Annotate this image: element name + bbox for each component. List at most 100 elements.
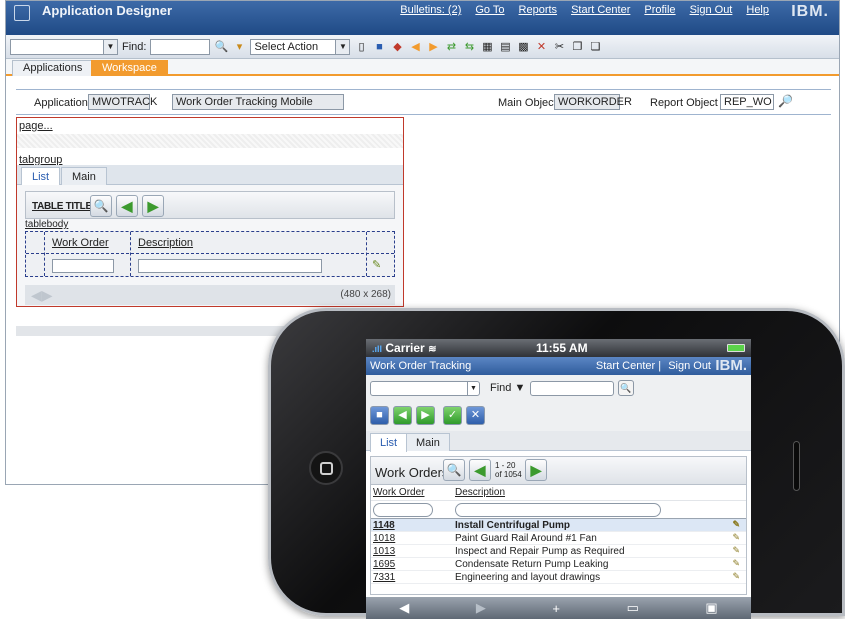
save-icon[interactable]: ■ [372,40,386,54]
mobile-find-label: Find ▼ [490,382,526,394]
save-button[interactable]: ■ [370,406,389,425]
list-item[interactable]: 7331 Engineering and layout drawings ✎ [371,571,746,584]
clear-icon[interactable]: ◆ [390,40,404,54]
cancel-button[interactable]: ✕ [466,406,485,425]
status-time: 11:55 AM [536,341,588,355]
next-button[interactable]: ▶ [416,406,435,425]
chevron-down-icon: ▼ [335,39,350,54]
tablebody-link[interactable]: tablebody [25,219,68,230]
tab-workspace[interactable]: Workspace [91,60,168,76]
start-center-link[interactable]: Start Center [596,360,655,372]
ibm-logo: IBM. [791,3,829,20]
next-button[interactable]: ▶ [525,459,547,481]
tabgroup-tabs: List Main [17,165,403,186]
list-item[interactable]: 1013 Inspect and Repair Pump as Required ✎ [371,545,746,558]
report-object-field[interactable]: REP_WO [720,94,774,110]
previous-icon[interactable]: ◀ [408,40,422,54]
page-link[interactable]: page... [19,120,53,132]
confirm-button[interactable]: ✓ [443,406,462,425]
column-work-order[interactable]: Work Order [373,487,425,498]
new-icon[interactable]: ▯ [354,40,368,54]
previous-button[interactable]: ◀ [393,406,412,425]
arrow-left-icon: ◀ [121,197,133,214]
sign-out-link[interactable]: Sign Out [690,4,733,16]
design-canvas[interactable]: page... tabgroup List Main TABLE TITLE 🔍… [16,117,404,307]
tab-applications[interactable]: Applications [12,60,94,76]
find-label: Find: [122,40,147,53]
mobile-tabs: List Main [366,431,751,452]
status-bar: .ıll Carrier ≋ 11:55 AM [366,339,751,357]
report-object-label: Report Object [650,97,718,109]
delete-icon[interactable]: ✕ [534,40,548,54]
bulletins-link[interactable]: Bulletins: (2) [400,4,461,16]
previous-button[interactable]: ◀ [469,459,491,481]
profile-link[interactable]: Profile [644,4,675,16]
reports-link[interactable]: Reports [519,4,558,16]
edit-pencil-icon[interactable]: ✎ [372,258,381,271]
tab-list[interactable]: List [370,433,408,452]
tab-main[interactable]: Main [406,433,450,451]
add-icon[interactable]: + [552,601,560,616]
sign-out-link[interactable]: Sign Out [668,360,711,372]
column-work-order[interactable]: Work Order [52,237,109,249]
pages-icon[interactable]: ▣ [705,600,717,616]
start-center-link[interactable]: Start Center [571,4,630,16]
mobile-app-selector[interactable]: ▼ [370,381,480,396]
bookmarks-icon[interactable]: ▭ [627,600,639,616]
column-description[interactable]: Description [138,237,193,249]
cut-icon[interactable]: ✂ [552,40,566,54]
description-cell[interactable] [138,259,322,273]
home-button[interactable] [309,451,343,485]
goto-link[interactable]: Go To [475,4,504,16]
search-button[interactable]: 🔍 [443,459,465,481]
back-icon[interactable]: ◀ [399,600,409,616]
search-button[interactable]: 🔍 [90,195,112,217]
tab-main[interactable]: Main [61,167,107,185]
export-icon[interactable]: ⇆ [462,40,476,54]
list-item[interactable]: 1148 Install Centrifugal Pump ✎ [371,519,746,532]
phone-screen: .ıll Carrier ≋ 11:55 AM Work Order Track… [366,339,751,619]
forward-icon[interactable]: ▶ [476,600,486,616]
find-input[interactable] [150,38,211,55]
filter-row [371,501,746,519]
help-link[interactable]: Help [746,4,769,16]
description-filter[interactable] [455,503,661,517]
grid-divider [130,232,131,276]
next-icon[interactable]: ▶ [426,40,440,54]
list-item[interactable]: 1695 Condensate Return Pump Leaking ✎ [371,558,746,571]
app-selector[interactable]: ▼ [10,38,118,55]
copy-icon[interactable]: ❐ [570,40,584,54]
filter-icon[interactable]: ▾ [232,40,246,54]
paste-icon[interactable]: ❏ [588,40,602,54]
work-orders-list: Work Orders 🔍 ◀ 1 - 20 of 1054 ▶ Work Ord… [370,456,747,595]
edit-pencil-icon: ✎ [732,558,740,568]
carrier-label: .ıll Carrier ≋ [372,341,437,355]
import-icon[interactable]: ⇄ [444,40,458,54]
table-header: TABLE TITLE 🔍 ◀ ▶ [25,191,395,219]
controls-icon[interactable]: ▩ [516,40,530,54]
mobile-header: Work Order Tracking Start Center | Sign … [366,357,751,375]
main-object-field: WORKORDER [554,94,632,110]
binoculars-icon[interactable]: 🔍 [214,40,229,54]
work-order-cell[interactable] [52,259,114,273]
grid-divider [366,232,367,276]
edit-pencil-icon: ✎ [732,571,740,581]
search-icon[interactable]: 🔍 [618,380,634,396]
work-order-filter[interactable] [373,503,433,517]
table-grid[interactable]: Work Order Description ✎ [25,231,395,277]
table-footer: ◀▶ (480 x 268) [25,285,395,305]
chevron-down-icon: ▼ [103,39,117,54]
select-action-dropdown[interactable]: Select Action ▼ [250,38,351,55]
table-title[interactable]: TABLE TITLE [32,201,92,212]
column-description[interactable]: Description [455,487,505,498]
mobile-app-title: Work Order Tracking [370,360,472,372]
select-action-label: Select Action [254,40,319,53]
list-item[interactable]: 1018 Paint Guard Rail Around #1 Fan ✎ [371,532,746,545]
properties-icon[interactable]: ▤ [498,40,512,54]
lookup-icon[interactable]: 🔎 [778,94,793,108]
grid-icon[interactable]: ▦ [480,40,494,54]
previous-button[interactable]: ◀ [116,195,138,217]
mobile-find-input[interactable] [530,381,614,396]
tab-list[interactable]: List [21,167,61,186]
next-button[interactable]: ▶ [142,195,164,217]
